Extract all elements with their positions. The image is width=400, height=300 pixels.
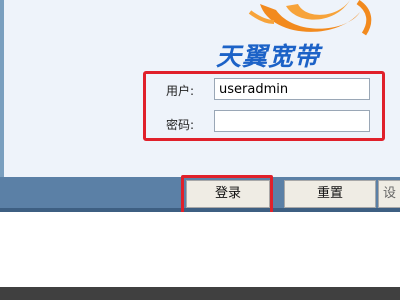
settings-button[interactable]: 设 <box>378 180 400 208</box>
user-label: 用户: <box>166 84 195 98</box>
footer-strip <box>0 287 400 300</box>
password-label: 密码: <box>166 118 195 132</box>
login-button-highlight-box <box>181 175 273 216</box>
reset-button[interactable]: 重置 <box>284 180 376 208</box>
logo-text: 天翼宽带 <box>216 42 321 71</box>
password-input[interactable] <box>214 110 370 132</box>
page-background <box>0 212 400 287</box>
username-input[interactable] <box>214 78 370 100</box>
